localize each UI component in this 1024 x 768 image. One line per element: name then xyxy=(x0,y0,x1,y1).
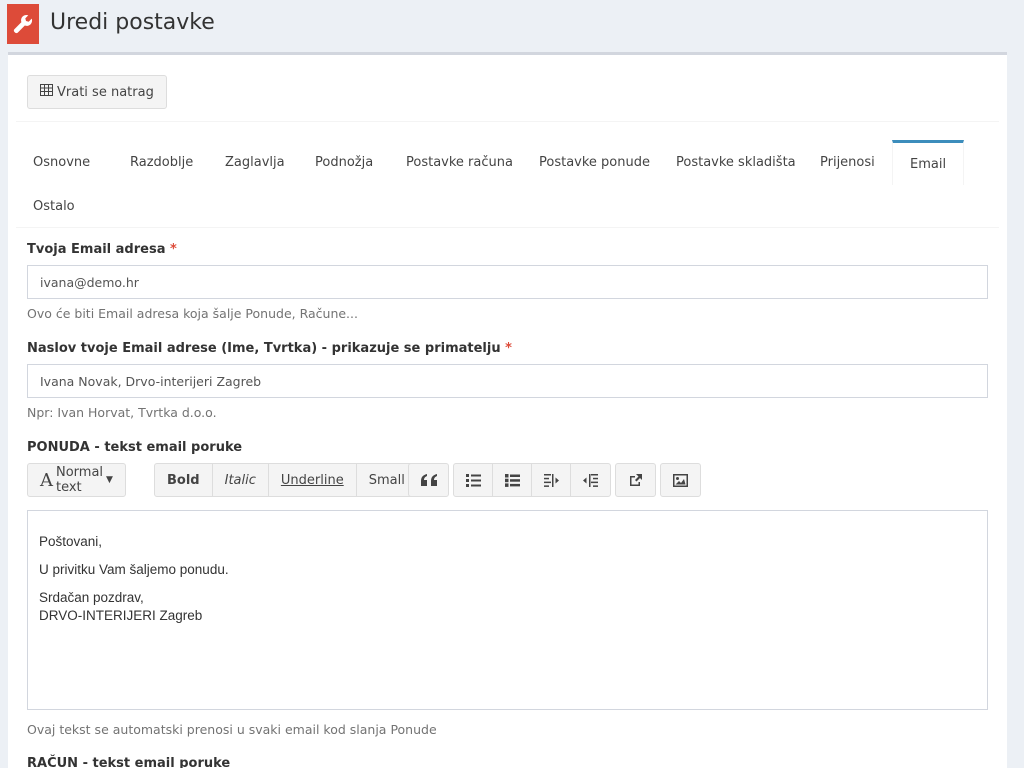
image-group xyxy=(660,463,701,497)
email-label: Tvoja Email adresa * xyxy=(27,242,177,257)
offer-text-label: PONUDA - tekst email poruke xyxy=(27,440,243,455)
tab-email[interactable]: Email xyxy=(892,140,965,185)
settings-box: Vrati se natrag Osnovne Razdoblje Zaglav… xyxy=(8,52,1007,768)
underline-button[interactable]: Underline xyxy=(269,464,357,496)
tab-razdoblje[interactable]: Razdoblje xyxy=(113,140,210,184)
indent-icon[interactable] xyxy=(571,464,610,496)
blockquote-group xyxy=(408,463,449,497)
tab-postavke-racuna[interactable]: Postavke računa xyxy=(389,140,530,184)
format-dropdown-button[interactable]: A Normal text ▼ xyxy=(28,464,125,496)
sender-name-label: Naslov tvoje Email adrese (Ime, Tvrtka) … xyxy=(27,341,512,356)
editor-line: U privitku Vam šaljemo ponudu. xyxy=(39,562,229,577)
tab-osnovne[interactable]: Osnovne xyxy=(16,140,107,184)
sender-name-field[interactable]: Ivana Novak, Drvo-interijeri Zagreb xyxy=(27,364,988,398)
offer-text-help: Ovaj tekst se automatski prenosi u svaki… xyxy=(27,722,437,737)
tab-prijenosi[interactable]: Prijenosi xyxy=(803,140,892,184)
bold-button[interactable]: Bold xyxy=(155,464,213,496)
back-button-label: Vrati se natrag xyxy=(57,84,154,100)
unordered-list-icon[interactable] xyxy=(454,464,493,496)
editor-line: Poštovani, xyxy=(39,534,103,549)
editor-line: DRVO-INTERIJERI Zagreb xyxy=(39,608,203,623)
tab-ostalo[interactable]: Ostalo xyxy=(24,184,92,228)
image-icon[interactable] xyxy=(661,464,700,496)
back-button[interactable]: Vrati se natrag xyxy=(27,75,167,109)
sender-name-help: Npr: Ivan Horvat, Tvrtka d.o.o. xyxy=(27,405,217,420)
tab-zaglavlja[interactable]: Zaglavlja xyxy=(208,140,302,184)
tab-postavke-ponude[interactable]: Postavke ponude xyxy=(522,140,667,184)
caret-down-icon: ▼ xyxy=(106,475,113,485)
email-field[interactable]: ivana@demo.hr xyxy=(27,265,988,299)
font-icon: A xyxy=(40,469,53,491)
tab-postavke-skladista[interactable]: Postavke skladišta xyxy=(659,140,813,184)
editor-line: Srdačan pozdrav, xyxy=(39,590,144,605)
italic-button[interactable]: Italic xyxy=(213,464,269,496)
quote-icon[interactable] xyxy=(409,464,448,496)
list-group xyxy=(453,463,611,497)
invoice-text-label: RAČUN - tekst email poruke xyxy=(27,756,231,768)
divider xyxy=(16,121,999,122)
link-share-icon[interactable] xyxy=(616,464,655,496)
table-icon xyxy=(40,84,53,100)
offer-text-editor[interactable]: Poštovani, U privitku Vam šaljemo ponudu… xyxy=(27,510,988,710)
text-style-group: Bold Italic Underline Small xyxy=(154,463,418,497)
link-group xyxy=(615,463,656,497)
outdent-icon[interactable] xyxy=(532,464,571,496)
settings-tabs: Osnovne Razdoblje Zaglavlja Podnožja Pos… xyxy=(16,140,999,228)
wrench-icon xyxy=(7,4,39,44)
tab-podnozja[interactable]: Podnožja xyxy=(298,140,390,184)
email-help: Ovo će biti Email adresa koja šalje Ponu… xyxy=(27,306,358,321)
format-dropdown[interactable]: A Normal text ▼ xyxy=(27,463,126,497)
page-title: Uredi postavke xyxy=(50,10,215,35)
page-header: Uredi postavke xyxy=(0,0,1024,52)
ordered-list-icon[interactable] xyxy=(493,464,532,496)
